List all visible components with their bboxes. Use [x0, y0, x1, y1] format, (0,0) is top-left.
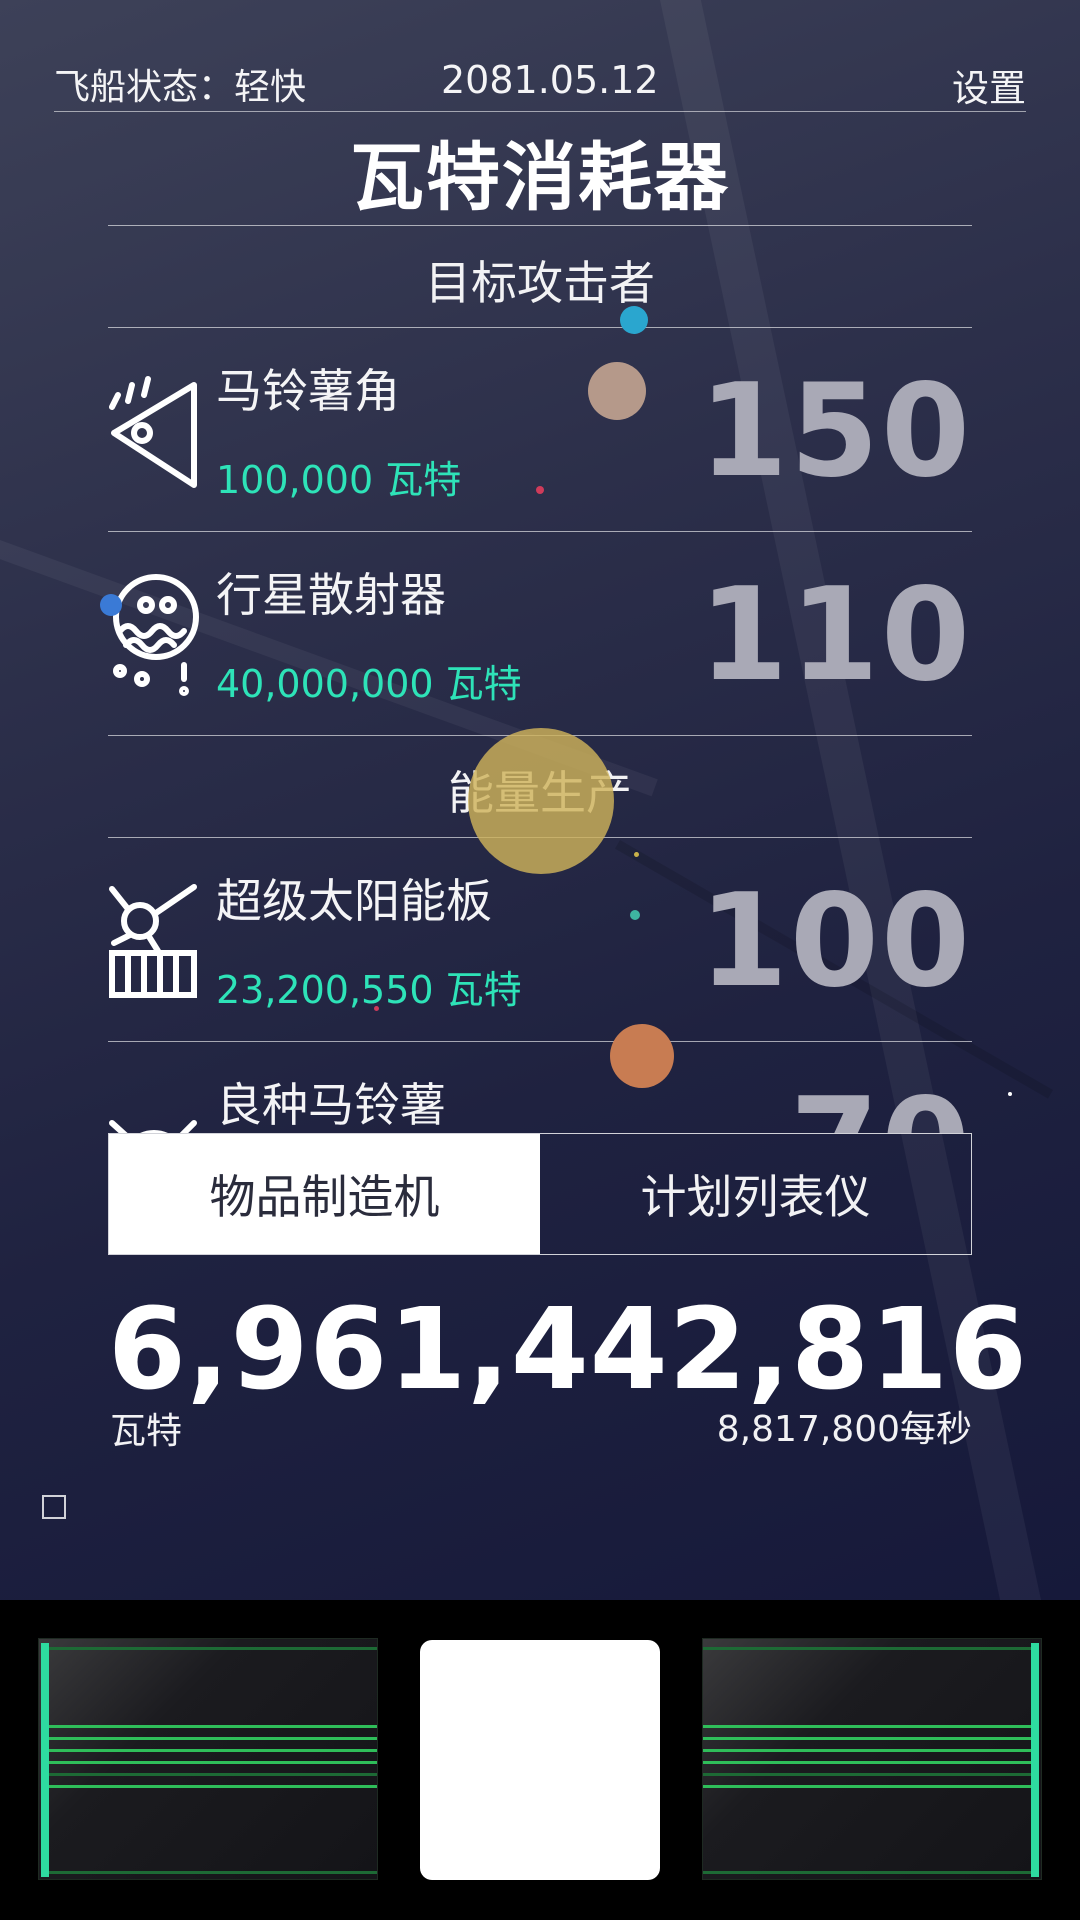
center-action-button[interactable] [420, 1640, 660, 1880]
bottom-nav [0, 1600, 1080, 1920]
top-bar: 飞船状态：轻快 2081.05.12 设置 [54, 52, 1026, 112]
item-cost: 23,200,550 瓦特 [216, 968, 522, 1012]
item-cost: 40,000,000 瓦特 [216, 662, 522, 706]
item-count: 110 [698, 561, 972, 710]
floating-orb [374, 1006, 379, 1011]
item-name: 行星散射器 [216, 568, 446, 622]
panel-stripe [703, 1871, 1031, 1874]
panel-stripe [703, 1761, 1031, 1764]
panel-stripe [703, 1785, 1031, 1788]
game-screen: 飞船状态：轻快 2081.05.12 设置 瓦特消耗器 目标攻击者 马铃薯角 1… [0, 0, 1080, 1600]
panel-stripe [49, 1725, 377, 1728]
panel-stripe [703, 1647, 1031, 1650]
panel-stripe [49, 1761, 377, 1764]
floating-orb [1008, 1092, 1012, 1096]
panel-edge-bar [1031, 1643, 1039, 1877]
floating-orb [536, 486, 544, 494]
game-date: 2081.05.12 [441, 58, 659, 102]
left-nav-panel[interactable] [38, 1638, 378, 1880]
list-item[interactable]: 良种马铃薯 70 [108, 1041, 972, 1133]
item-count: 100 [698, 867, 972, 1016]
floating-orb [610, 1024, 674, 1088]
panel-stripe [49, 1647, 377, 1650]
floating-orb [620, 306, 648, 334]
panel-stripe [49, 1737, 377, 1740]
toggle-checkbox[interactable] [42, 1495, 66, 1519]
floating-orb [468, 728, 614, 874]
floating-orb [630, 910, 640, 920]
tab-item-maker[interactable]: 物品制造机 [109, 1134, 540, 1254]
item-list[interactable]: 目标攻击者 马铃薯角 100,000 瓦特 150 行星散射器 40,000,0… [108, 225, 972, 1133]
item-name: 超级太阳能板 [216, 874, 492, 928]
panel-stripe [703, 1773, 1031, 1776]
panel-stripe [49, 1785, 377, 1788]
list-item[interactable]: 行星散射器 40,000,000 瓦特 110 [108, 531, 972, 735]
floating-orb [588, 362, 646, 420]
panel-stripe [49, 1871, 377, 1874]
watts-per-second: 8,817,800每秒 [716, 1409, 972, 1450]
solar-panel-icon [109, 884, 197, 998]
panel-edge-bar [41, 1643, 49, 1877]
panel-stripe [49, 1749, 377, 1752]
seed-potato-icon [109, 1120, 197, 1133]
floating-orb [634, 852, 639, 857]
settings-button[interactable]: 设置 [952, 58, 1026, 112]
panel-stripe [703, 1749, 1031, 1752]
planet-scatterer-icon [113, 574, 199, 696]
item-name: 良种马铃薯 [216, 1078, 446, 1132]
list-item[interactable]: 马铃薯角 100,000 瓦特 150 [108, 327, 972, 531]
item-name: 马铃薯角 [216, 364, 400, 418]
section-title-attackers: 目标攻击者 [425, 256, 655, 310]
floating-orb [100, 594, 122, 616]
item-count: 70 [790, 1071, 972, 1133]
potato-wedge-icon [109, 376, 197, 488]
panel-stripe [703, 1725, 1031, 1728]
item-cost: 100,000 瓦特 [216, 458, 462, 502]
divider [108, 225, 972, 226]
tab-bar: 物品制造机 计划列表仪 [108, 1133, 972, 1255]
panel-stripe [49, 1773, 377, 1776]
total-watts: 6,961,442,816 [108, 1285, 1028, 1415]
panel-stripe [703, 1737, 1031, 1740]
item-count: 150 [698, 357, 972, 506]
right-nav-panel[interactable] [702, 1638, 1042, 1880]
page-title: 瓦特消耗器 [350, 135, 730, 221]
ship-status: 飞船状态：轻快 [54, 67, 307, 108]
total-unit: 瓦特 [110, 1411, 183, 1452]
tab-plan-list[interactable]: 计划列表仪 [540, 1134, 971, 1254]
